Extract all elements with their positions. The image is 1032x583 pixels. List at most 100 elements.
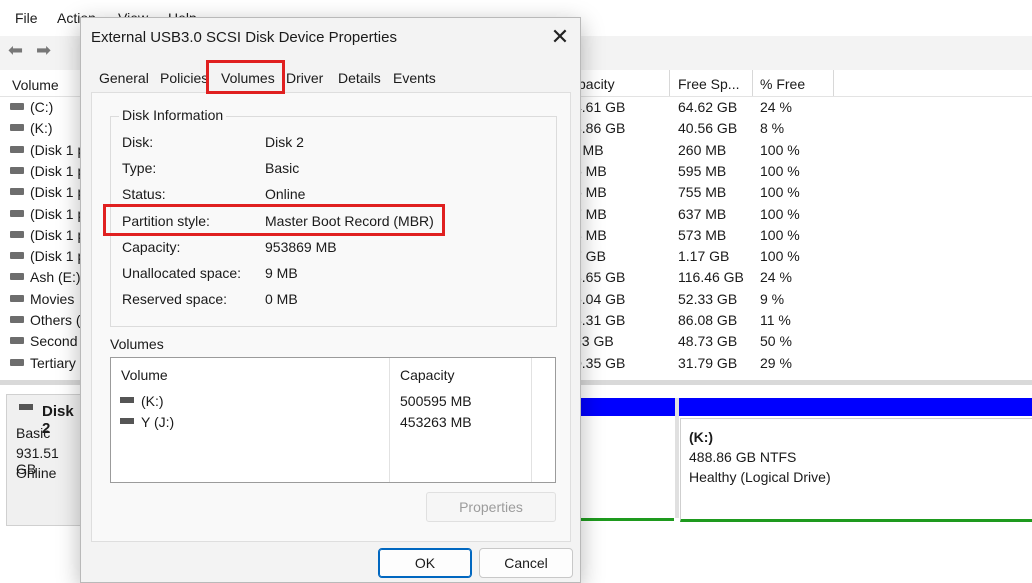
- disk-2-info-panel[interactable]: Disk 2 Basic 931.51 GB Online: [6, 394, 82, 526]
- volumes-title: Volumes: [110, 336, 164, 352]
- tab-events[interactable]: Events: [393, 70, 436, 92]
- drive-icon: [10, 316, 24, 323]
- drive-icon: [10, 103, 24, 110]
- partition-block[interactable]: [578, 418, 674, 521]
- col-percent-free[interactable]: % Free: [760, 76, 805, 92]
- volumes-header-capacity[interactable]: Capacity: [400, 367, 454, 383]
- volume-name: (K:): [141, 393, 164, 409]
- row-free-space: 86.08 GB: [678, 312, 738, 328]
- row-percent-free: 24 %: [760, 99, 792, 115]
- disk-panel-type: Basic: [16, 425, 51, 441]
- row-volume: (Disk 1 p: [30, 248, 86, 265]
- row-free-space: 116.46 GB: [678, 269, 744, 286]
- row-volume: (C:): [30, 99, 54, 115]
- row-volume: (K:): [30, 120, 53, 137]
- row-percent-free: 100 %: [760, 162, 800, 179]
- row-free-space: 64.62 GB: [678, 99, 738, 115]
- info-label: Capacity:: [122, 239, 181, 255]
- volume-capacity: 500595 MB: [400, 393, 472, 409]
- row-capacity: 0.35 GB: [574, 354, 626, 371]
- info-label: Unallocated space:: [122, 265, 242, 281]
- partition-separator: [675, 398, 679, 518]
- row-free-space: 637 MB: [678, 205, 727, 222]
- cancel-button[interactable]: Cancel: [479, 548, 573, 578]
- row-free-space: 1.17 GB: [678, 248, 730, 265]
- forward-arrow-icon[interactable]: ➡: [36, 40, 51, 61]
- partition-k-health: Healthy (Logical Drive): [689, 469, 831, 485]
- tab-driver[interactable]: Driver: [286, 70, 323, 92]
- volumes-list[interactable]: Volume Capacity (K:) 500595 MB Y (J:) 45326…: [110, 357, 556, 483]
- info-value: 953869 MB: [265, 239, 337, 255]
- highlight-partition-style: [103, 204, 445, 236]
- info-label: Status:: [122, 186, 166, 202]
- list-item[interactable]: (K:) 500595 MB: [111, 391, 531, 411]
- row-volume: Second: [30, 333, 78, 350]
- row-volume: Tertiary: [30, 354, 76, 371]
- column-divider[interactable]: [752, 70, 753, 96]
- info-value: Online: [265, 186, 306, 202]
- drive-icon: [120, 418, 134, 424]
- row-capacity: 5.04 GB: [574, 290, 626, 307]
- row-percent-free: 100 %: [760, 226, 800, 243]
- row-free-space: 52.33 GB: [678, 290, 738, 307]
- row-free-space: 31.79 GB: [678, 354, 738, 371]
- row-capacity: 3.86 GB: [574, 120, 626, 137]
- col-free-space[interactable]: Free Sp...: [678, 76, 739, 92]
- row-percent-free: 11 %: [760, 312, 791, 328]
- volume-name: Y (J:): [141, 414, 175, 430]
- row-percent-free: 100 %: [760, 184, 800, 201]
- disk-information-title: Disk Information: [119, 107, 227, 123]
- row-free-space: 260 MB: [678, 141, 727, 158]
- disk-panel-status: Online: [16, 465, 57, 481]
- info-label: Reserved space:: [122, 291, 228, 307]
- back-arrow-icon[interactable]: ⬅: [8, 40, 23, 61]
- drive-icon: [10, 273, 24, 281]
- dialog-title: External USB3.0 SCSI Disk Device Propert…: [91, 29, 397, 46]
- column-divider[interactable]: [531, 358, 532, 482]
- volumes-header-volume[interactable]: Volume: [121, 367, 168, 383]
- partition-k[interactable]: (K:) 488.86 GB NTFS Healthy (Logical Dri…: [680, 418, 1032, 522]
- info-value: Disk 2: [265, 134, 304, 150]
- menu-file[interactable]: File: [15, 10, 38, 26]
- volumes-tab-panel: Disk Information Disk: Disk 2 Type: Basic St…: [91, 92, 571, 542]
- drive-icon: [10, 166, 24, 174]
- list-item[interactable]: Y (J:) 453263 MB: [111, 412, 531, 432]
- close-icon[interactable]: ✕: [547, 24, 573, 50]
- row-capacity: 3.65 GB: [574, 269, 626, 286]
- row-volume: (Disk 1 p: [30, 205, 86, 222]
- row-volume: Ash (E:): [30, 269, 81, 286]
- row-volume: (Disk 1 p: [30, 162, 86, 179]
- row-percent-free: 9 %: [760, 290, 785, 307]
- tab-details[interactable]: Details: [338, 70, 381, 92]
- properties-dialog: External USB3.0 SCSI Disk Device Propert…: [80, 17, 581, 583]
- row-volume: (Disk 1 p: [30, 226, 86, 243]
- tab-policies[interactable]: Policies: [160, 70, 208, 92]
- info-value: 9 MB: [265, 265, 298, 281]
- row-volume: Others (: [30, 312, 81, 328]
- drive-icon: [10, 294, 24, 302]
- properties-button[interactable]: Properties: [426, 492, 556, 522]
- col-capacity[interactable]: pacity: [578, 76, 615, 92]
- drive-icon: [10, 252, 24, 260]
- row-percent-free: 100 %: [760, 248, 800, 265]
- partition-k-title: (K:): [689, 429, 714, 445]
- row-percent-free: 29 %: [760, 354, 792, 371]
- partition-k-size: 488.86 GB NTFS: [689, 449, 797, 465]
- col-volume[interactable]: Volume: [12, 77, 59, 93]
- row-free-space: 755 MB: [678, 184, 727, 201]
- row-percent-free: 50 %: [760, 333, 792, 350]
- column-divider[interactable]: [669, 70, 670, 96]
- info-value: 0 MB: [265, 291, 298, 307]
- row-free-space: 48.73 GB: [678, 333, 738, 350]
- volume-capacity: 453263 MB: [400, 414, 472, 430]
- tab-general[interactable]: General: [99, 70, 149, 92]
- row-free-space: 573 MB: [678, 226, 727, 243]
- info-label: Disk:: [122, 134, 154, 150]
- row-volume: Movies: [30, 290, 75, 307]
- partition-header-bar: [578, 398, 1032, 416]
- row-percent-free: 100 %: [760, 205, 800, 222]
- ok-button[interactable]: OK: [378, 548, 472, 578]
- row-free-space: 40.56 GB: [678, 120, 738, 137]
- row-percent-free: 100 %: [760, 141, 800, 158]
- column-divider[interactable]: [833, 70, 834, 96]
